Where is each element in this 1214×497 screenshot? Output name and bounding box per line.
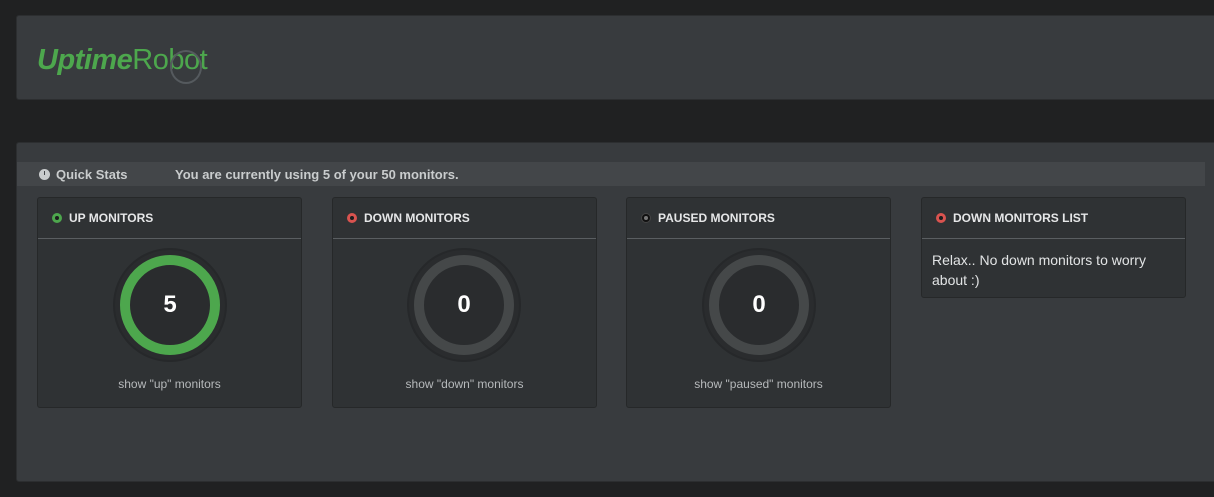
up-monitors-title: UP MONITORS — [69, 211, 154, 225]
down-status-icon — [347, 213, 357, 223]
down-monitors-list-title: DOWN MONITORS LIST — [953, 211, 1089, 225]
down-monitors-count: 0 — [457, 291, 471, 318]
clock-icon — [39, 169, 50, 180]
down-list-status-icon — [936, 213, 946, 223]
show-down-monitors-link[interactable]: show "down" monitors — [333, 377, 596, 391]
paused-monitors-count: 0 — [752, 291, 766, 318]
monitor-usage-text: You are currently using 5 of your 50 mon… — [175, 167, 459, 182]
up-monitors-card: UP MONITORS 5 show "up" monitors — [37, 197, 302, 408]
down-monitors-header: DOWN MONITORS — [333, 198, 596, 239]
paused-status-icon — [641, 213, 651, 223]
logo-ring-icon — [170, 49, 203, 84]
down-monitors-list-card: DOWN MONITORS LIST Relax.. No down monit… — [921, 197, 1186, 298]
quick-stats-bar: Quick Stats You are currently using 5 of… — [17, 162, 1205, 186]
up-monitors-header: UP MONITORS — [38, 198, 301, 239]
down-monitors-gauge: 0 — [409, 250, 519, 360]
down-monitors-list-message: Relax.. No down monitors to worry about … — [932, 252, 1146, 288]
show-paused-monitors-link[interactable]: show "paused" monitors — [627, 377, 890, 391]
dashboard-panel: Quick Stats You are currently using 5 of… — [16, 142, 1214, 482]
down-monitors-title: DOWN MONITORS — [364, 211, 470, 225]
quick-stats-title: Quick Stats — [56, 167, 128, 182]
paused-monitors-title: PAUSED MONITORS — [658, 211, 775, 225]
up-status-icon — [52, 213, 62, 223]
header: Uptime Robot — [16, 15, 1214, 100]
logo-text-light: Robot — [132, 44, 208, 84]
logo-text-bold: Uptime — [37, 43, 133, 76]
paused-monitors-card: PAUSED MONITORS 0 show "paused" monitors — [626, 197, 891, 408]
up-monitors-gauge: 5 — [115, 250, 225, 360]
show-up-monitors-link[interactable]: show "up" monitors — [38, 377, 301, 391]
down-monitors-card: DOWN MONITORS 0 show "down" monitors — [332, 197, 597, 408]
paused-monitors-header: PAUSED MONITORS — [627, 198, 890, 239]
up-monitors-count: 5 — [163, 291, 177, 318]
uptimerobot-logo[interactable]: Uptime Robot — [37, 36, 208, 84]
paused-monitors-gauge: 0 — [704, 250, 814, 360]
down-monitors-list-header: DOWN MONITORS LIST — [922, 198, 1185, 239]
